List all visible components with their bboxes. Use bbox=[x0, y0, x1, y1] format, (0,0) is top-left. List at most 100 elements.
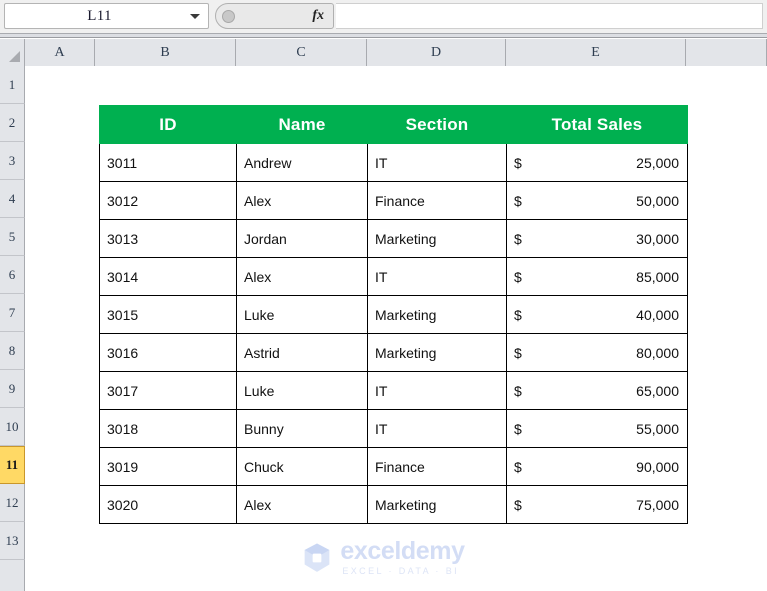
cell-id[interactable]: 3012 bbox=[99, 181, 237, 220]
excel-worksheet-window: L11 fx ABCDE 1 2 3 4 5 6 7 8 9 10 11 12 13 ID Name Sec… bbox=[0, 0, 767, 591]
formula-bar: L11 fx bbox=[0, 0, 767, 34]
select-all-triangle-icon[interactable] bbox=[0, 39, 25, 66]
cell-total-sales[interactable]: $55,000 bbox=[506, 409, 688, 448]
column-header-E[interactable]: E bbox=[506, 39, 686, 66]
cell-section[interactable]: Marketing bbox=[367, 295, 507, 334]
column-header-D[interactable]: D bbox=[367, 39, 506, 66]
table-column-header-section: Section bbox=[367, 105, 507, 144]
table-row: 3018 Bunny IT $55,000 bbox=[99, 409, 688, 448]
cell-total-sales[interactable]: $40,000 bbox=[506, 295, 688, 334]
row-header-7[interactable]: 7 bbox=[0, 294, 25, 332]
cell-section[interactable]: IT bbox=[367, 257, 507, 296]
currency-symbol: $ bbox=[514, 496, 522, 513]
row-header-4[interactable]: 4 bbox=[0, 180, 25, 218]
cell-name[interactable]: Luke bbox=[236, 371, 368, 410]
cell-total-sales[interactable]: $65,000 bbox=[506, 371, 688, 410]
row-header-13[interactable]: 13 bbox=[0, 522, 25, 560]
watermark-tagline: EXCEL · DATA · BI bbox=[342, 566, 460, 576]
row-header-10[interactable]: 10 bbox=[0, 408, 25, 446]
cell-name[interactable]: Alex bbox=[236, 257, 368, 296]
cancel-enter-circle-icon[interactable] bbox=[222, 9, 235, 23]
cell-id[interactable]: 3015 bbox=[99, 295, 237, 334]
sales-value: 50,000 bbox=[636, 192, 679, 209]
cell-section[interactable]: IT bbox=[367, 371, 507, 410]
formula-bar-divider bbox=[0, 33, 767, 38]
currency-symbol: $ bbox=[514, 420, 522, 437]
cell-total-sales[interactable]: $85,000 bbox=[506, 257, 688, 296]
cell-name[interactable]: Alex bbox=[236, 485, 368, 524]
cell-id[interactable]: 3019 bbox=[99, 447, 237, 486]
column-header-B[interactable]: B bbox=[95, 39, 236, 66]
cell-id[interactable]: 3013 bbox=[99, 219, 237, 258]
row-header-2[interactable]: 2 bbox=[0, 104, 25, 142]
table-column-header-name: Name bbox=[236, 105, 368, 144]
formula-input[interactable] bbox=[336, 3, 763, 29]
name-box[interactable]: L11 bbox=[4, 3, 209, 29]
sales-data-table: ID Name Section Total Sales 3011 Andrew IT $25… bbox=[99, 105, 688, 524]
sales-value: 40,000 bbox=[636, 306, 679, 323]
cell-id[interactable]: 3018 bbox=[99, 409, 237, 448]
table-column-header-id: ID bbox=[99, 105, 237, 144]
row-header-9[interactable]: 9 bbox=[0, 370, 25, 408]
sales-value: 55,000 bbox=[636, 420, 679, 437]
cell-total-sales[interactable]: $80,000 bbox=[506, 333, 688, 372]
column-header-A[interactable]: A bbox=[25, 39, 95, 66]
row-header-8[interactable]: 8 bbox=[0, 332, 25, 370]
row-header-11[interactable]: 11 bbox=[0, 446, 25, 484]
cell-section[interactable]: Marketing bbox=[367, 485, 507, 524]
cell-section[interactable]: Marketing bbox=[367, 219, 507, 258]
cell-id[interactable]: 3014 bbox=[99, 257, 237, 296]
watermark-brand: exceldemy bbox=[340, 537, 465, 565]
table-row: 3013 Jordan Marketing $30,000 bbox=[99, 219, 688, 258]
cell-total-sales[interactable]: $75,000 bbox=[506, 485, 688, 524]
cell-total-sales[interactable]: $50,000 bbox=[506, 181, 688, 220]
currency-symbol: $ bbox=[514, 154, 522, 171]
cell-name[interactable]: Alex bbox=[236, 181, 368, 220]
cell-total-sales[interactable]: $90,000 bbox=[506, 447, 688, 486]
table-column-header-total-sales: Total Sales bbox=[506, 105, 688, 144]
column-header-C[interactable]: C bbox=[236, 39, 367, 66]
cell-name[interactable]: Luke bbox=[236, 295, 368, 334]
sales-value: 30,000 bbox=[636, 230, 679, 247]
row-header-12[interactable]: 12 bbox=[0, 484, 25, 522]
exceldemy-watermark: exceldemy EXCEL · DATA · BI bbox=[0, 539, 767, 576]
fx-icon[interactable]: fx bbox=[312, 8, 324, 24]
cell-name[interactable]: Bunny bbox=[236, 409, 368, 448]
table-row: 3019 Chuck Finance $90,000 bbox=[99, 447, 688, 486]
currency-symbol: $ bbox=[514, 458, 522, 475]
cell-id[interactable]: 3016 bbox=[99, 333, 237, 372]
cell-name[interactable]: Astrid bbox=[236, 333, 368, 372]
cell-section[interactable]: Marketing bbox=[367, 333, 507, 372]
sales-value: 90,000 bbox=[636, 458, 679, 475]
cell-section[interactable]: Finance bbox=[367, 447, 507, 486]
row-header-1[interactable]: 1 bbox=[0, 66, 25, 104]
cell-name[interactable]: Andrew bbox=[236, 143, 368, 182]
exceldemy-cube-logo-icon bbox=[304, 542, 330, 572]
insert-function-group[interactable]: fx bbox=[215, 3, 334, 29]
sales-value: 85,000 bbox=[636, 268, 679, 285]
cell-name[interactable]: Jordan bbox=[236, 219, 368, 258]
table-row: 3014 Alex IT $85,000 bbox=[99, 257, 688, 296]
cell-name[interactable]: Chuck bbox=[236, 447, 368, 486]
table-row: 3012 Alex Finance $50,000 bbox=[99, 181, 688, 220]
chevron-down-icon[interactable] bbox=[190, 14, 200, 19]
cell-id[interactable]: 3017 bbox=[99, 371, 237, 410]
cell-section[interactable]: IT bbox=[367, 143, 507, 182]
currency-symbol: $ bbox=[514, 344, 522, 361]
row-header-3[interactable]: 3 bbox=[0, 142, 25, 180]
cell-section[interactable]: IT bbox=[367, 409, 507, 448]
cell-id[interactable]: 3020 bbox=[99, 485, 237, 524]
cell-id[interactable]: 3011 bbox=[99, 143, 237, 182]
row-header-6[interactable]: 6 bbox=[0, 256, 25, 294]
row-header-5[interactable]: 5 bbox=[0, 218, 25, 256]
column-header-blank[interactable] bbox=[686, 39, 767, 66]
cell-section[interactable]: Finance bbox=[367, 181, 507, 220]
table-row: 3017 Luke IT $65,000 bbox=[99, 371, 688, 410]
currency-symbol: $ bbox=[514, 192, 522, 209]
sales-value: 75,000 bbox=[636, 496, 679, 513]
table-row: 3020 Alex Marketing $75,000 bbox=[99, 485, 688, 524]
cell-total-sales[interactable]: $30,000 bbox=[506, 219, 688, 258]
cell-total-sales[interactable]: $25,000 bbox=[506, 143, 688, 182]
sales-value: 65,000 bbox=[636, 382, 679, 399]
currency-symbol: $ bbox=[514, 382, 522, 399]
